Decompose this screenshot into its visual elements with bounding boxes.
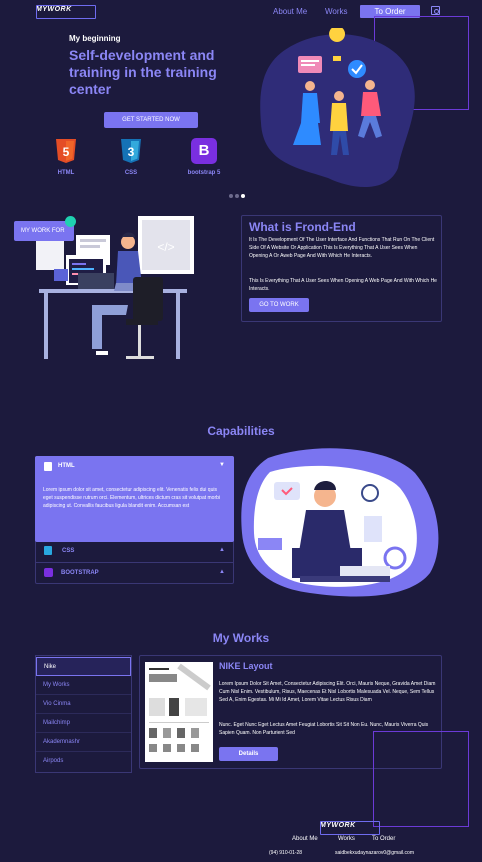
footer-link-about[interactable]: About Me: [292, 836, 318, 842]
bootstrap-small-icon: [44, 568, 53, 577]
works-list-item[interactable]: My Works: [36, 676, 131, 695]
accordion-label-html: HTML: [58, 463, 75, 469]
html5-icon: 5: [55, 138, 77, 164]
footer-link-order[interactable]: To Order: [372, 836, 395, 842]
works-list-item[interactable]: Akademnashr: [36, 733, 131, 752]
hero-carousel-dots[interactable]: [229, 185, 247, 203]
page: MYWORK About Me Works To Order My beginn…: [0, 0, 482, 862]
details-button[interactable]: Details: [219, 747, 278, 761]
accordion-divider: [36, 562, 233, 563]
camera-icon: [65, 216, 76, 227]
svg-text:</>: </>: [157, 240, 174, 254]
css3-icon: 3: [120, 138, 142, 164]
nike-preview-image[interactable]: [145, 662, 213, 762]
accordion-label-bootstrap[interactable]: BOOTSTRAP: [61, 570, 99, 576]
works-list-item[interactable]: Airpods: [36, 752, 131, 771]
works-list-item[interactable]: Vio Cinma: [36, 695, 131, 714]
what-is-paragraph-1: It Is The Development Of The User Interf…: [249, 237, 435, 259]
capabilities-title: Capabilities: [207, 424, 275, 438]
chevron-down-icon[interactable]: ▼: [219, 462, 225, 468]
get-started-button[interactable]: GET STARTED NOW: [104, 112, 198, 128]
accordion-label-css[interactable]: CSS: [62, 548, 74, 554]
decor-outline-bottom: [373, 731, 469, 827]
hero-illustration: [260, 28, 415, 188]
works-title: My Works: [212, 631, 270, 645]
works-list-item[interactable]: Nike: [36, 657, 131, 676]
bootstrap-icon: B: [191, 138, 217, 164]
works-list-item[interactable]: Mailchimp: [36, 714, 131, 733]
chevron-up-icon[interactable]: ▲: [219, 569, 225, 575]
nav-link-works[interactable]: Works: [325, 7, 348, 16]
nav-logo[interactable]: MYWORK: [36, 5, 96, 19]
footer-logo[interactable]: MYWORK: [320, 821, 380, 835]
footer-email[interactable]: saidbekxudaynazarov0@gmail.com: [335, 850, 414, 856]
go-to-work-button[interactable]: GO TO WORK: [249, 298, 309, 312]
nav-link-about[interactable]: About Me: [273, 7, 307, 16]
capabilities-illustration: [241, 448, 439, 597]
chevron-up-icon[interactable]: ▲: [219, 547, 225, 553]
footer-phone[interactable]: (94) 910-01-28: [269, 850, 302, 856]
tech-label-html: HTML: [57, 170, 75, 176]
hero-kicker: My beginning: [69, 34, 121, 43]
tech-label-css: CSS: [124, 170, 138, 176]
what-is-title: What is Frond-End: [249, 220, 356, 234]
css3-small-icon: [44, 546, 52, 555]
svg-text:3: 3: [128, 145, 135, 159]
svg-text:5: 5: [63, 145, 70, 159]
accordion-text-html: Lorem ipsum dolor sit amet, consectetur …: [43, 487, 221, 509]
work-title: NIKE Layout: [219, 661, 273, 671]
what-is-paragraph-2: This Is Everything That A User Sees When…: [249, 278, 437, 292]
works-list: Nike My Works Vio Cinma Mailchimp Akadem…: [35, 655, 132, 773]
hero-title: Self-development and training in the tra…: [69, 47, 217, 97]
instagram-icon[interactable]: [431, 6, 440, 15]
work-paragraph-1: Lorem Ipsum Dolor Sit Amet, Consectetur …: [219, 681, 436, 703]
tech-label-bootstrap: bootstrap 5: [187, 170, 221, 176]
html5-small-icon: [44, 462, 52, 471]
footer-link-works[interactable]: Works: [338, 836, 355, 842]
